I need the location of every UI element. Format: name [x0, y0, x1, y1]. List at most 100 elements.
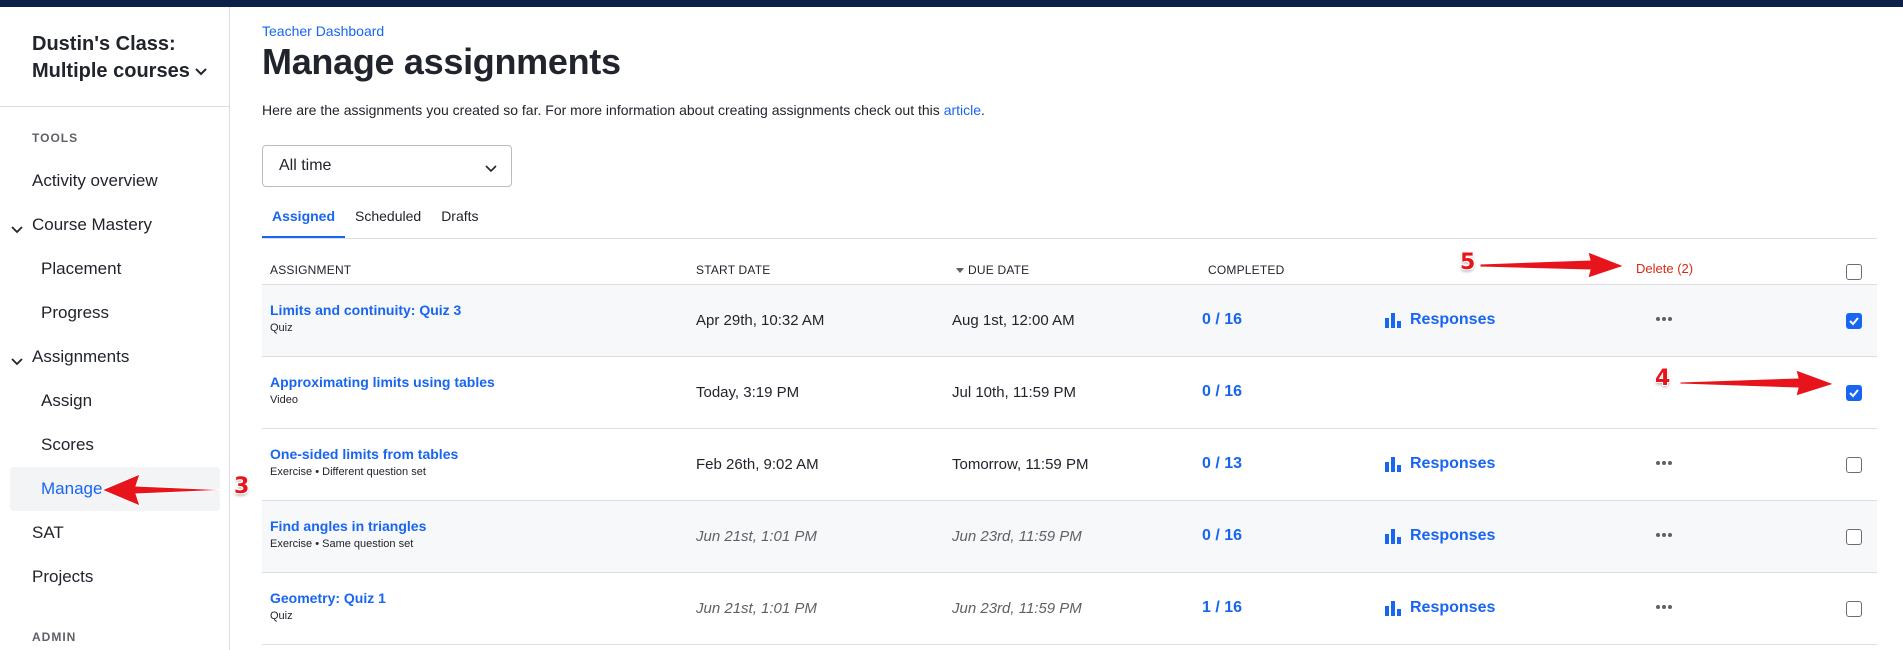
start-date: Feb 26th, 9:02 AM: [696, 456, 819, 473]
responses-button[interactable]: Responses: [1384, 311, 1495, 329]
col-due-date[interactable]: DUE DATE: [956, 263, 1029, 277]
bar-chart-icon: [1385, 457, 1401, 472]
assignment-title-link[interactable]: One-sided limits from tables: [270, 446, 458, 462]
time-filter-select[interactable]: All time: [262, 145, 512, 187]
assignments-table: ASSIGNMENT START DATE DUE DATE COMPLETED…: [262, 239, 1877, 645]
row-checkbox[interactable]: [1846, 601, 1862, 617]
annotation-number-4: 4: [1655, 366, 1671, 391]
table-row: Approximating limits using tables Video …: [262, 357, 1877, 429]
top-bar: [0, 0, 1903, 7]
col-due-date-label: DUE DATE: [968, 263, 1030, 277]
checkmark-icon: [1849, 317, 1859, 326]
intro-text: Here are the assignments you created so …: [262, 102, 985, 118]
class-name-line2: Multiple courses: [32, 60, 190, 82]
responses-button[interactable]: Responses: [1384, 455, 1495, 473]
table-row: One-sided limits from tables Exercise • …: [262, 429, 1877, 501]
sort-desc-icon: [956, 268, 964, 274]
row-checkbox[interactable]: [1846, 529, 1862, 545]
page-title: Manage assignments: [262, 41, 621, 82]
tab-drafts[interactable]: Drafts: [431, 205, 488, 239]
sidebar-divider: [0, 106, 229, 107]
sidebar-item-assignments[interactable]: Assignments: [0, 335, 229, 379]
annotation-number-3: 3: [234, 474, 250, 499]
sidebar-item-label: Placement: [41, 259, 122, 278]
completed-count-link[interactable]: 0 / 16: [1162, 383, 1242, 401]
sidebar-item-label: Manage: [41, 479, 103, 498]
due-date: Jun 23rd, 11:59 PM: [952, 528, 1082, 545]
sidebar-item-projects[interactable]: Projects: [0, 555, 229, 599]
sidebar-item-course-mastery[interactable]: Course Mastery: [0, 203, 229, 247]
sidebar-item-scores[interactable]: Scores: [0, 423, 229, 467]
assignment-type: Video: [270, 394, 298, 406]
chevron-down-icon: [194, 58, 208, 85]
sidebar: Dustin's Class: Multiple courses TOOLS A…: [0, 7, 230, 650]
assignment-tabs: Assigned Scheduled Drafts: [262, 205, 489, 239]
assignment-type: Exercise • Same question set: [270, 538, 414, 550]
table-row: Geometry: Quiz 1 Quiz Jun 21st, 1:01 PM …: [262, 573, 1877, 645]
completed-count-link[interactable]: 1 / 16: [1162, 599, 1242, 617]
due-date: Jun 23rd, 11:59 PM: [952, 600, 1082, 617]
assignment-type: Exercise • Different question set: [270, 466, 426, 478]
completed-count-link[interactable]: 0 / 13: [1162, 455, 1242, 473]
responses-button[interactable]: Responses: [1384, 527, 1495, 545]
col-start-date[interactable]: START DATE: [696, 263, 770, 277]
sidebar-item-label: Assign: [41, 391, 93, 410]
sidebar-item-assign[interactable]: Assign: [0, 379, 229, 423]
class-name-line1: Dustin's Class:: [32, 33, 176, 55]
bar-chart-icon: [1385, 529, 1401, 544]
col-assignment[interactable]: ASSIGNMENT: [270, 263, 351, 277]
main-content: Teacher Dashboard Manage assignments Her…: [262, 7, 1882, 650]
more-options-icon[interactable]: [1652, 597, 1676, 617]
sidebar-item-placement[interactable]: Placement: [0, 247, 229, 291]
tab-assigned[interactable]: Assigned: [262, 205, 346, 239]
class-switcher[interactable]: Dustin's Class: Multiple courses: [32, 31, 212, 85]
chevron-down-icon: [11, 219, 23, 239]
row-checkbox[interactable]: [1846, 313, 1862, 329]
breadcrumb[interactable]: Teacher Dashboard: [262, 23, 384, 39]
responses-label: Responses: [1410, 599, 1496, 616]
sidebar-item-activity-overview[interactable]: Activity overview: [0, 159, 229, 203]
delete-selected-button[interactable]: Delete (2): [1636, 261, 1693, 276]
responses-label: Responses: [1410, 527, 1496, 544]
assignment-title-link[interactable]: Geometry: Quiz 1: [270, 590, 386, 606]
select-all-checkbox[interactable]: [1846, 264, 1862, 280]
sidebar-item-progress[interactable]: Progress: [0, 291, 229, 335]
intro-period: .: [981, 102, 985, 118]
table-header: ASSIGNMENT START DATE DUE DATE COMPLETED…: [262, 239, 1877, 285]
sidebar-item-label: Progress: [41, 303, 110, 322]
completed-count-link[interactable]: 0 / 16: [1162, 527, 1242, 545]
start-date: Today, 3:19 PM: [696, 384, 800, 401]
sidebar-item-label: Projects: [32, 567, 94, 586]
assignment-title-link[interactable]: Approximating limits using tables: [270, 374, 495, 390]
due-date: Aug 1st, 12:00 AM: [952, 312, 1075, 329]
annotation-number-5: 5: [1460, 250, 1476, 275]
assignment-type: Quiz: [270, 322, 293, 334]
sidebar-item-label: Scores: [41, 435, 94, 454]
more-options-icon[interactable]: [1652, 525, 1676, 545]
start-date: Apr 29th, 10:32 AM: [696, 312, 825, 329]
sidebar-item-sat[interactable]: SAT: [0, 511, 229, 555]
start-date: Jun 21st, 1:01 PM: [696, 528, 817, 545]
more-options-icon[interactable]: [1652, 453, 1676, 473]
sidebar-item-label: SAT: [32, 523, 64, 542]
due-date: Tomorrow, 11:59 PM: [952, 456, 1089, 473]
responses-button[interactable]: Responses: [1384, 599, 1495, 617]
more-options-icon[interactable]: [1652, 309, 1676, 329]
chevron-down-icon: [11, 351, 23, 371]
completed-count-link[interactable]: 0 / 16: [1162, 311, 1242, 329]
intro-body: Here are the assignments you created so …: [262, 102, 940, 118]
tab-scheduled[interactable]: Scheduled: [345, 205, 431, 239]
checkmark-icon: [1849, 389, 1859, 398]
tools-section-label: TOOLS: [32, 131, 79, 145]
row-checkbox[interactable]: [1846, 385, 1862, 401]
article-link[interactable]: article: [944, 102, 981, 118]
table-row: Find angles in triangles Exercise • Same…: [262, 501, 1877, 573]
row-checkbox[interactable]: [1846, 457, 1862, 473]
assignment-title-link[interactable]: Limits and continuity: Quiz 3: [270, 302, 461, 318]
col-completed[interactable]: COMPLETED: [1208, 263, 1284, 277]
assignment-title-link[interactable]: Find angles in triangles: [270, 518, 426, 534]
sidebar-item-label: Assignments: [32, 347, 130, 366]
assignment-type: Quiz: [270, 610, 293, 622]
bar-chart-icon: [1385, 601, 1401, 616]
time-filter-value: All time: [279, 157, 332, 174]
